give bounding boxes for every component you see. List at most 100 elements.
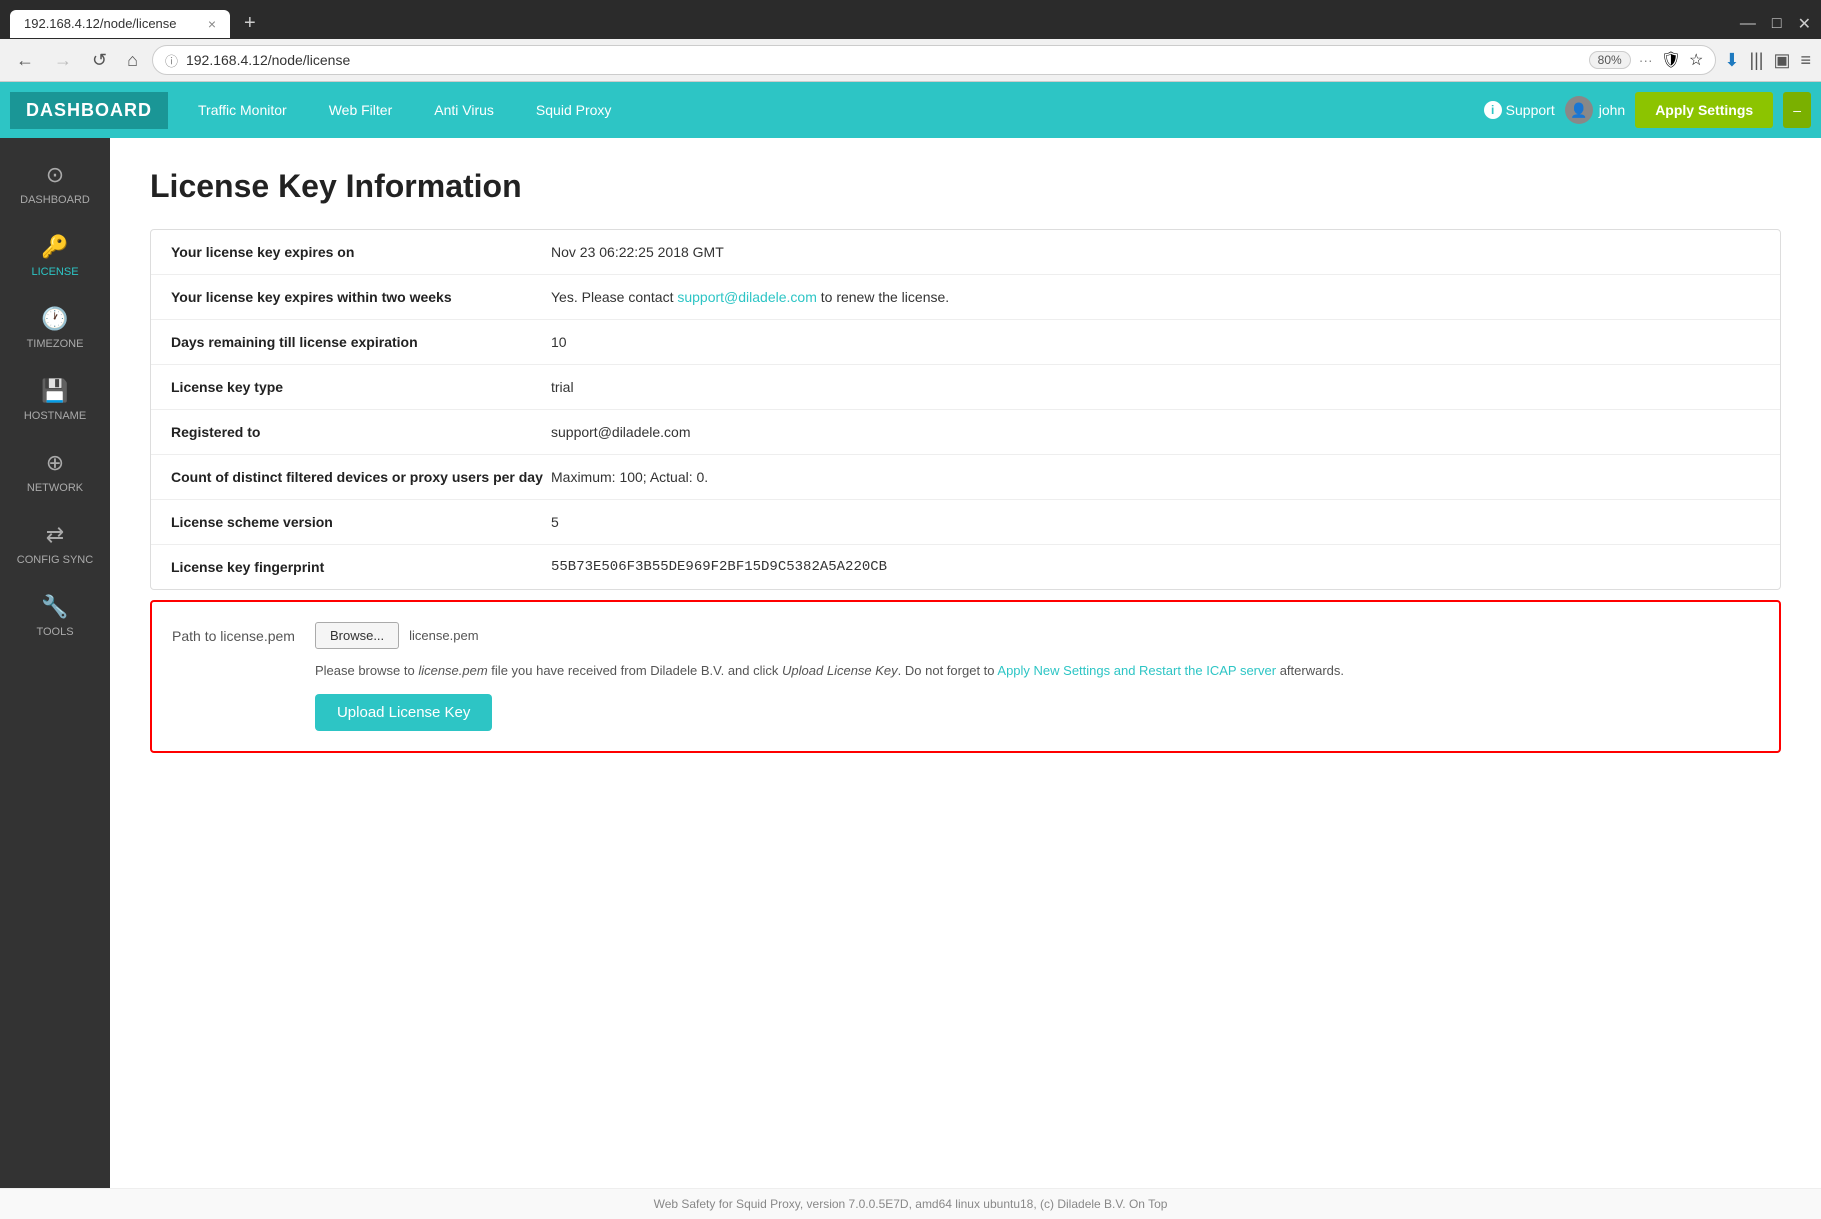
app-nav-right: i Support 👤 john Apply Settings – [1484,92,1811,128]
zoom-level[interactable]: 80% [1589,51,1631,69]
support-button[interactable]: i Support [1484,101,1555,119]
license-info-card: Your license key expires on Nov 23 06:22… [150,229,1781,590]
timezone-icon: 🕐 [41,306,68,332]
tab-title: 192.168.4.12/node/license [24,16,177,31]
user-name: john [1599,102,1625,118]
license-count-label: Count of distinct filtered devices or pr… [171,469,551,485]
apply-restart-link[interactable]: Apply New Settings and Restart the ICAP … [997,663,1276,678]
page-title: License Key Information [150,168,1781,205]
license-icon: 🔑 [41,234,68,260]
sidebar-label-config-sync: CONFIG SYNC [17,554,93,566]
file-name-display: license.pem [409,628,478,643]
apply-settings-minus-button[interactable]: – [1783,92,1811,128]
forward-button[interactable]: → [48,48,78,73]
toolbar-actions: ⬇ ||| ▣ ≡ [1724,50,1811,71]
hostname-icon: 💾 [41,378,68,404]
license-scheme-value: 5 [551,514,1760,530]
sidebar-label-network: NETWORK [27,482,83,494]
license-row-registered: Registered to support@diladele.com [151,410,1780,455]
sidebar: ⊙ DASHBOARD 🔑 LICENSE 🕐 TIMEZONE 💾 HOSTN… [0,138,110,1188]
app-nav-links: Traffic Monitor Web Filter Anti Virus Sq… [178,84,1484,136]
address-input[interactable] [186,52,1581,68]
sidebar-label-dashboard: DASHBOARD [20,194,90,206]
license-registered-value: support@diladele.com [551,424,1760,440]
sidebar-label-tools: TOOLS [36,626,73,638]
network-icon: ⊕ [46,450,64,476]
license-row-fingerprint: License key fingerprint 55B73E506F3B55DE… [151,545,1780,589]
support-info-icon: i [1484,101,1502,119]
footer: Web Safety for Squid Proxy, version 7.0.… [0,1188,1821,1219]
license-registered-label: Registered to [171,424,551,440]
license-expiry-label: Your license key expires on [171,244,551,260]
file-input-row: Browse... license.pem [315,622,1759,649]
nav-traffic-monitor[interactable]: Traffic Monitor [178,84,307,136]
info-icon: ⓘ [165,51,178,70]
nav-anti-virus[interactable]: Anti Virus [414,84,514,136]
nav-squid-proxy[interactable]: Squid Proxy [516,84,631,136]
user-section[interactable]: 👤 john [1565,96,1625,124]
license-days-value: 10 [551,334,1760,350]
help-italic-2: Upload License Key [782,663,898,678]
address-bar-wrapper: ⓘ 80% ··· 🛡 ☆ [152,45,1716,75]
app-nav: DASHBOARD Traffic Monitor Web Filter Ant… [0,82,1821,138]
user-avatar-icon: 👤 [1570,102,1587,119]
license-scheme-label: License scheme version [171,514,551,530]
tab-close-button[interactable]: × [208,16,216,32]
license-two-weeks-value: Yes. Please contact support@diladele.com… [551,289,1760,305]
help-before: Please browse to [315,663,418,678]
help-middle: file you have received from Diladele B.V… [488,663,782,678]
apply-settings-button[interactable]: Apply Settings [1635,92,1773,128]
two-weeks-suffix: to renew the license. [817,289,949,305]
help-after: . Do not forget to [898,663,998,678]
layout-icon[interactable]: ▣ [1773,50,1790,71]
sidebar-item-dashboard[interactable]: ⊙ DASHBOARD [0,148,110,220]
tab-bar: 192.168.4.12/node/license × + — □ ✕ [10,8,1811,39]
sidebar-item-timezone[interactable]: 🕐 TIMEZONE [0,292,110,364]
shield-icon: 🛡 [1661,50,1681,70]
books-icon[interactable]: ||| [1749,50,1763,71]
license-type-label: License key type [171,379,551,395]
sidebar-item-hostname[interactable]: 💾 HOSTNAME [0,364,110,436]
license-row-days: Days remaining till license expiration 1… [151,320,1780,365]
app-logo: DASHBOARD [10,92,168,129]
license-row-expiry: Your license key expires on Nov 23 06:22… [151,230,1780,275]
menu-icon[interactable]: ≡ [1800,50,1811,71]
browser-toolbar: ← → ↺ ⌂ ⓘ 80% ··· 🛡 ☆ ⬇ ||| ▣ ≡ [0,39,1821,82]
license-two-weeks-label: Your license key expires within two week… [171,289,551,305]
bookmark-icon[interactable]: ☆ [1689,50,1703,70]
restore-button[interactable]: □ [1772,15,1782,33]
footer-text: Web Safety for Squid Proxy, version 7.0.… [654,1197,1168,1211]
sidebar-item-config-sync[interactable]: ⇄ CONFIG SYNC [0,508,110,580]
main-layout: ⊙ DASHBOARD 🔑 LICENSE 🕐 TIMEZONE 💾 HOSTN… [0,138,1821,1188]
new-tab-button[interactable]: + [234,8,266,39]
license-row-type: License key type trial [151,365,1780,410]
config-sync-icon: ⇄ [46,522,64,548]
support-email-link[interactable]: support@diladele.com [677,289,817,305]
close-button[interactable]: ✕ [1798,14,1811,34]
nav-web-filter[interactable]: Web Filter [309,84,413,136]
help-afterwards: afterwards. [1276,663,1344,678]
more-button[interactable]: ··· [1639,52,1653,68]
sidebar-item-license[interactable]: 🔑 LICENSE [0,220,110,292]
sidebar-item-network[interactable]: ⊕ NETWORK [0,436,110,508]
two-weeks-prefix: Yes. Please contact [551,289,677,305]
tools-icon: 🔧 [41,594,68,620]
upload-section: Path to license.pem Browse... license.pe… [150,600,1781,753]
minimize-button[interactable]: — [1740,15,1756,33]
window-controls: — □ ✕ [1740,14,1811,34]
license-row-two-weeks: Your license key expires within two week… [151,275,1780,320]
sidebar-item-tools[interactable]: 🔧 TOOLS [0,580,110,652]
upload-license-key-button[interactable]: Upload License Key [315,694,492,731]
browse-button[interactable]: Browse... [315,622,399,649]
reload-button[interactable]: ↺ [86,48,113,73]
home-button[interactable]: ⌂ [121,48,144,73]
license-expiry-value: Nov 23 06:22:25 2018 GMT [551,244,1760,260]
upload-inner: Browse... license.pem Please browse to l… [315,622,1759,731]
active-tab: 192.168.4.12/node/license × [10,10,230,38]
sidebar-label-timezone: TIMEZONE [27,338,84,350]
license-count-value: Maximum: 100; Actual: 0. [551,469,1760,485]
browser-chrome: 192.168.4.12/node/license × + — □ ✕ [0,0,1821,39]
download-icon[interactable]: ⬇ [1724,50,1739,71]
user-avatar: 👤 [1565,96,1593,124]
back-button[interactable]: ← [10,48,40,73]
